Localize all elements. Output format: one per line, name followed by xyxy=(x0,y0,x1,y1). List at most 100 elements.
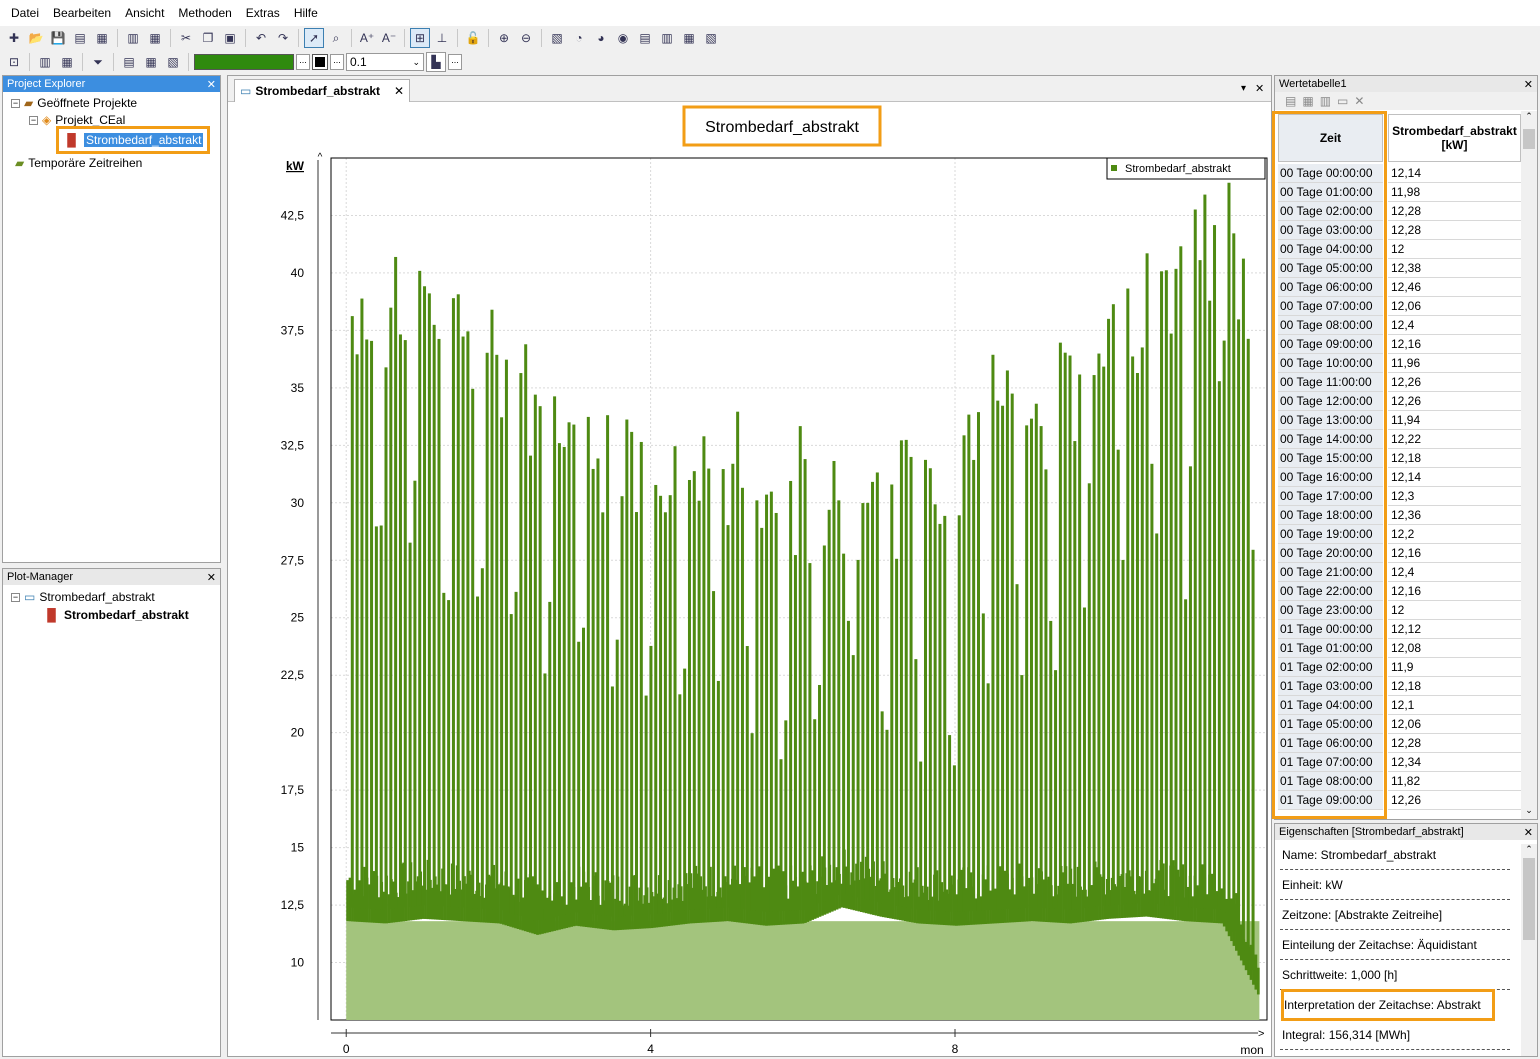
table-tool-icon[interactable]: ▤ xyxy=(1285,94,1296,108)
table-cell-value[interactable]: 12,16 xyxy=(1388,582,1521,601)
open-icon[interactable]: 📂 xyxy=(26,28,46,48)
table-cell-time[interactable]: 00 Tage 02:00:00 xyxy=(1278,202,1383,221)
table-cell-value[interactable]: 12,06 xyxy=(1388,297,1521,316)
font-increase-icon[interactable]: A⁺ xyxy=(357,28,377,48)
table-cell-value[interactable]: 12,1 xyxy=(1388,696,1521,715)
layout-3-icon[interactable]: ▦ xyxy=(679,28,699,48)
table-cell-value[interactable]: 12,34 xyxy=(1388,753,1521,772)
table-tool-icon[interactable]: ▦ xyxy=(1302,94,1313,108)
zoom-select-icon[interactable]: ⌕ xyxy=(326,28,346,48)
property-row[interactable]: Integral: 156,314 [MWh] xyxy=(1280,1020,1510,1050)
table-cell-time[interactable]: 00 Tage 15:00:00 xyxy=(1278,449,1383,468)
value-table[interactable]: Zeit Strombedarf_abstrakt [kW] 00 Tage 0… xyxy=(1275,111,1521,819)
layout-4-icon[interactable]: ▧ xyxy=(701,28,721,48)
table-cell-value[interactable]: 12,36 xyxy=(1388,506,1521,525)
chart-area[interactable]: Strombedarf_abstrakt ^ kW 10 12,5 15 17,5 20… xyxy=(228,100,1271,1057)
zoom-x-icon[interactable]: ◔ xyxy=(569,28,589,48)
copy-icon[interactable]: ❐ xyxy=(198,28,218,48)
menu-bearbeiten[interactable]: Bearbeiten xyxy=(46,6,118,20)
line-color-swatch[interactable] xyxy=(194,54,294,70)
menu-methoden[interactable]: Methoden xyxy=(171,6,238,20)
tree-item-temp-series[interactable]: ▰ Temporäre Zeitreihen xyxy=(15,156,142,170)
heatmap-icon[interactable]: ▦ xyxy=(57,52,77,72)
table-cell-time[interactable]: 00 Tage 06:00:00 xyxy=(1278,278,1383,297)
property-row[interactable]: Name: Strombedarf_abstrakt xyxy=(1280,840,1510,870)
paste-icon[interactable]: ▣ xyxy=(220,28,240,48)
table-cell-value[interactable]: 12,26 xyxy=(1388,373,1521,392)
save-icon[interactable]: 💾 xyxy=(48,28,68,48)
collapse-icon[interactable]: − xyxy=(11,592,20,602)
column-header-time[interactable]: Zeit xyxy=(1278,114,1383,162)
zoom-y-icon[interactable]: ◕ xyxy=(591,28,611,48)
close-icon[interactable]: ✕ xyxy=(394,84,404,98)
menu-extras[interactable]: Extras xyxy=(239,6,287,20)
menu-ansicht[interactable]: Ansicht xyxy=(118,6,171,20)
table-cell-value[interactable]: 12,4 xyxy=(1388,563,1521,582)
zoom-out-icon[interactable]: ⊖ xyxy=(516,28,536,48)
table-cell-value[interactable]: 12,4 xyxy=(1388,316,1521,335)
table-cell-value[interactable]: 12,16 xyxy=(1388,335,1521,354)
layout-2-icon[interactable]: ▥ xyxy=(657,28,677,48)
scrollbar-thumb[interactable] xyxy=(1523,858,1535,940)
table-cell-value[interactable]: 11,82 xyxy=(1388,772,1521,791)
chart-view-icon[interactable]: ▧ xyxy=(547,28,567,48)
table-cell-value[interactable]: 12 xyxy=(1388,601,1521,620)
table-cell-time[interactable]: 00 Tage 17:00:00 xyxy=(1278,487,1383,506)
axis-icon[interactable]: ⊥ xyxy=(432,28,452,48)
chart-type-icon[interactable]: ▙ xyxy=(426,52,446,72)
table-cell-time[interactable]: 00 Tage 07:00:00 xyxy=(1278,297,1383,316)
filter-icon[interactable]: ⏷ xyxy=(88,52,108,72)
collapse-icon[interactable]: − xyxy=(11,98,20,108)
table-cell-value[interactable]: 12 xyxy=(1388,240,1521,259)
property-row[interactable]: Einheit: kW xyxy=(1280,870,1510,900)
table-cell-time[interactable]: 00 Tage 08:00:00 xyxy=(1278,316,1383,335)
undo-icon[interactable]: ↶ xyxy=(251,28,271,48)
layout-1-icon[interactable]: ▤ xyxy=(635,28,655,48)
table-cell-value[interactable]: 12,22 xyxy=(1388,430,1521,449)
table-cell-time[interactable]: 01 Tage 00:00:00 xyxy=(1278,620,1383,639)
property-row[interactable]: Interpretation der Zeitachse: Abstrakt xyxy=(1281,989,1495,1021)
table-delete-icon[interactable]: ✕ xyxy=(1354,94,1364,108)
table-cell-value[interactable]: 11,9 xyxy=(1388,658,1521,677)
table-cell-time[interactable]: 00 Tage 09:00:00 xyxy=(1278,335,1383,354)
property-row[interactable]: Schrittweite: 1,000 [h] xyxy=(1280,960,1510,990)
table-cell-time[interactable]: 01 Tage 07:00:00 xyxy=(1278,753,1383,772)
table-cell-time[interactable]: 00 Tage 21:00:00 xyxy=(1278,563,1383,582)
table-cell-value[interactable]: 12,18 xyxy=(1388,677,1521,696)
table-cell-value[interactable]: 12,26 xyxy=(1388,791,1521,810)
cut-icon[interactable]: ✂ xyxy=(176,28,196,48)
table-cell-time[interactable]: 00 Tage 20:00:00 xyxy=(1278,544,1383,563)
table-cell-time[interactable]: 01 Tage 06:00:00 xyxy=(1278,734,1383,753)
chart-legend[interactable]: Strombedarf_abstrakt xyxy=(1106,157,1266,180)
table-cell-time[interactable]: 01 Tage 02:00:00 xyxy=(1278,658,1383,677)
line-color-more-button[interactable]: ... xyxy=(296,54,310,70)
pointer-icon[interactable]: ➚ xyxy=(304,28,324,48)
close-icon[interactable]: ✕ xyxy=(1255,82,1264,95)
scrollbar-thumb[interactable] xyxy=(1523,129,1535,149)
zoom-in-icon[interactable]: ⊕ xyxy=(494,28,514,48)
menu-hilfe[interactable]: Hilfe xyxy=(287,6,325,20)
table-cell-time[interactable]: 00 Tage 00:00:00 xyxy=(1278,164,1383,183)
zoom-reset-icon[interactable]: ◉ xyxy=(613,28,633,48)
new-icon[interactable]: ✚ xyxy=(4,28,24,48)
font-decrease-icon[interactable]: A⁻ xyxy=(379,28,399,48)
table-cell-value[interactable]: 12,28 xyxy=(1388,734,1521,753)
chart-add-icon[interactable]: ▥ xyxy=(123,28,143,48)
bar-chart-icon[interactable]: ▥ xyxy=(35,52,55,72)
table-cell-time[interactable]: 01 Tage 01:00:00 xyxy=(1278,639,1383,658)
line-width-select[interactable]: 0.1 ⌄ xyxy=(346,53,424,71)
marker-color-more-button[interactable]: ... xyxy=(330,54,344,70)
table-cell-time[interactable]: 00 Tage 18:00:00 xyxy=(1278,506,1383,525)
lock-icon[interactable]: 🔓 xyxy=(463,28,483,48)
table-cell-time[interactable]: 00 Tage 10:00:00 xyxy=(1278,354,1383,373)
table-cell-value[interactable]: 12,46 xyxy=(1388,278,1521,297)
table-cell-value[interactable]: 11,98 xyxy=(1388,183,1521,202)
table-cell-time[interactable]: 00 Tage 03:00:00 xyxy=(1278,221,1383,240)
tab-list-icon[interactable]: ▾ xyxy=(1241,83,1246,94)
table-tool-icon[interactable]: ▭ xyxy=(1337,94,1348,108)
close-icon[interactable]: ✕ xyxy=(207,571,216,584)
table-cell-value[interactable]: 12,14 xyxy=(1388,164,1521,183)
plot-tree-item[interactable]: − ▭ Strombedarf_abstrakt xyxy=(11,590,155,604)
style-2-icon[interactable]: ▦ xyxy=(141,52,161,72)
property-row[interactable]: Zeitzone: [Abstrakte Zeitreihe] xyxy=(1280,900,1510,930)
